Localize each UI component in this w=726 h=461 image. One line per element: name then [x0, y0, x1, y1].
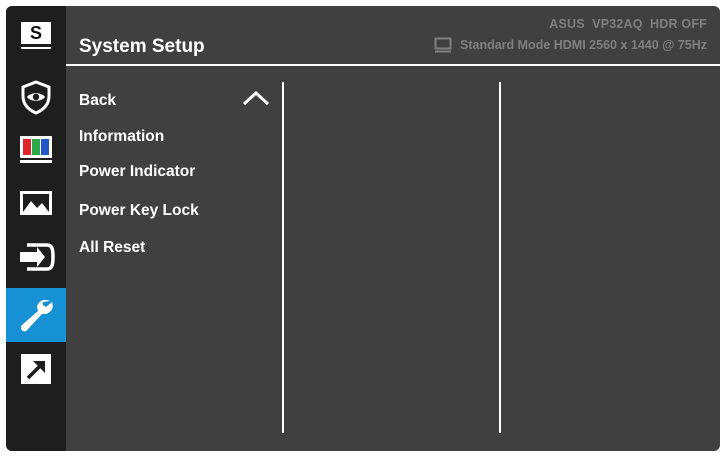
- sidebar-item-splendid[interactable]: S: [6, 6, 66, 60]
- sidebar-item-color[interactable]: [6, 122, 66, 176]
- color-bars-icon: [20, 136, 52, 163]
- menu-item-power-key-lock[interactable]: Power Key Lock: [79, 202, 199, 220]
- mode-text: Standard Mode HDMI 2560 x 1440 @ 75Hz: [460, 38, 707, 52]
- sidebar: S: [6, 6, 66, 451]
- sidebar-item-shortcut[interactable]: [6, 342, 66, 396]
- eye-shield-icon: [21, 80, 51, 115]
- monitor-icon: [434, 37, 452, 53]
- sidebar-item-image[interactable]: [6, 176, 66, 230]
- wrench-icon: [20, 299, 53, 332]
- column-divider-left: [282, 82, 284, 433]
- image-icon: [20, 191, 52, 215]
- menu-item-power-indicator[interactable]: Power Indicator: [79, 163, 195, 181]
- menu-item-all-reset[interactable]: All Reset: [79, 239, 145, 257]
- header-divider: [66, 64, 720, 66]
- osd-menu: S System Setup ASUS VP32AQ HDR OFF Stand…: [6, 6, 720, 451]
- column-divider-right: [499, 82, 501, 433]
- model-status: ASUS VP32AQ HDR OFF: [549, 17, 707, 31]
- shortcut-arrow-icon: [21, 354, 51, 384]
- mode-status: Standard Mode HDMI 2560 x 1440 @ 75Hz: [434, 37, 707, 53]
- sidebar-item-input-select[interactable]: [6, 230, 66, 284]
- sidebar-item-system-setup[interactable]: [6, 288, 66, 342]
- chevron-up-icon[interactable]: [242, 90, 270, 106]
- menu-item-information[interactable]: Information: [79, 128, 164, 146]
- page-title: System Setup: [79, 36, 205, 57]
- splendid-s-icon: S: [21, 22, 51, 49]
- menu-item-back[interactable]: Back: [79, 92, 116, 110]
- input-icon: [20, 243, 55, 271]
- sidebar-item-eye-care[interactable]: [6, 70, 66, 124]
